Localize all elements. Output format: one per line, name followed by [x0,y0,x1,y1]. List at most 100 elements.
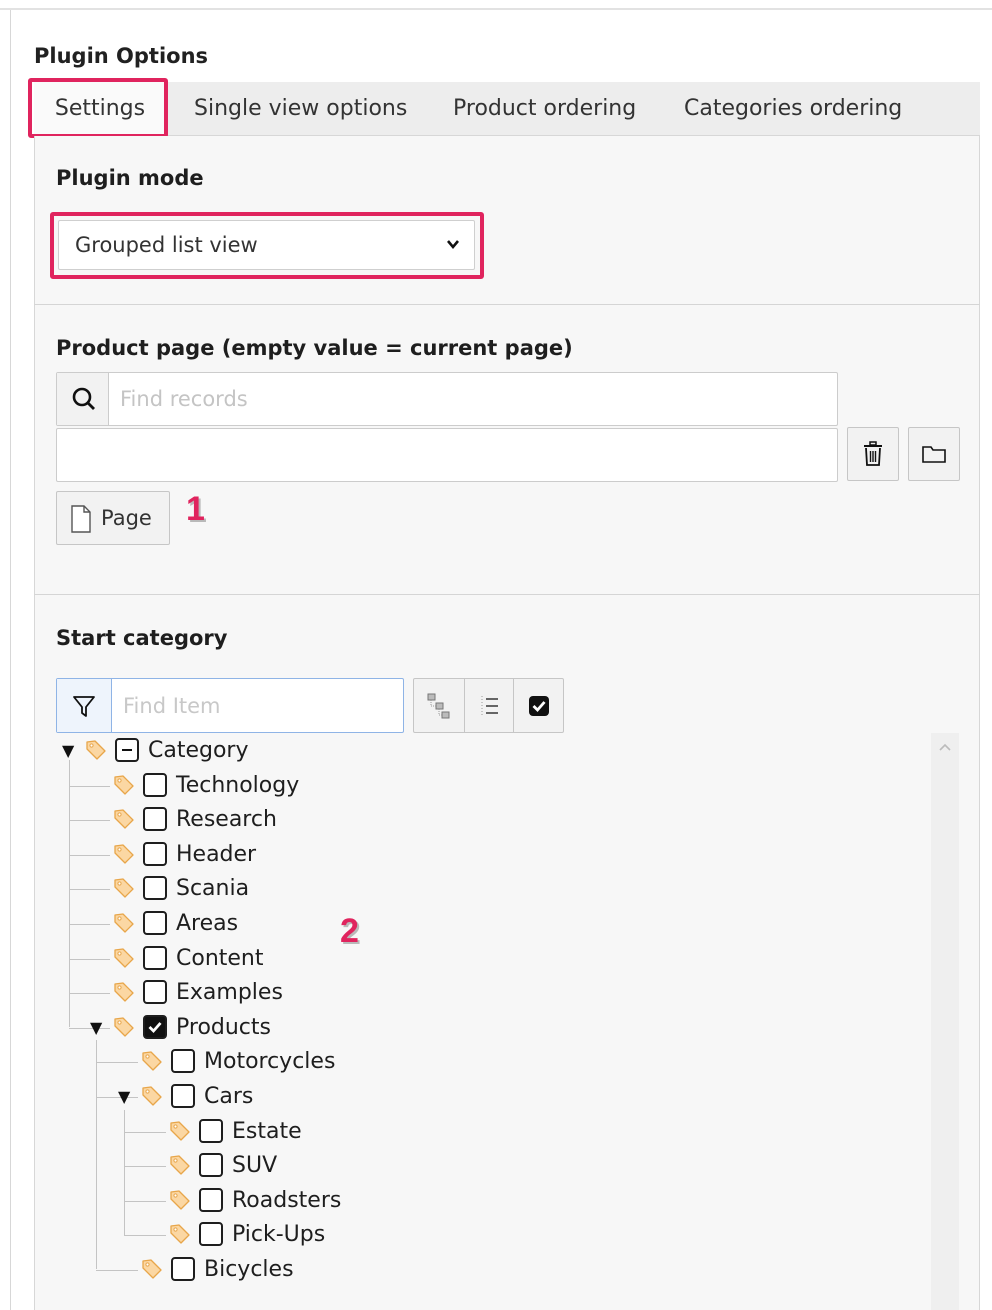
annotation-marker-2: 2 [340,912,359,950]
checkbox[interactable] [199,1119,223,1143]
tag-icon [112,980,136,1004]
tree-item-roadsters[interactable]: Roadsters [146,1184,341,1216]
tree-filter [56,678,404,733]
caret-down-icon[interactable]: ▼ [62,741,76,760]
product-page-label: Product page (empty value = current page… [56,336,573,360]
tree-item-bicycles[interactable]: Bicycles [118,1253,294,1285]
divider [34,594,980,595]
checkbox[interactable] [143,946,167,970]
checkbox[interactable] [143,773,167,797]
page-icon [71,505,91,533]
product-page-value[interactable] [56,428,838,482]
find-item-input[interactable] [112,679,402,732]
tab-single-view-options[interactable]: Single view options [194,82,407,136]
tag-icon [140,1049,164,1073]
annotation-marker-1: 1 [186,490,205,528]
expand-all-icon [427,693,450,718]
tag-icon [140,1084,164,1108]
checkbox-indeterminate[interactable] [115,738,139,762]
checkbox[interactable] [143,842,167,866]
list-icon [481,695,498,717]
show-checked-button[interactable] [514,679,564,732]
checkbox[interactable] [199,1222,223,1246]
tree-item-cars[interactable]: ▼ Cars [118,1080,253,1112]
expand-all-button[interactable] [414,679,464,732]
tab-product-ordering[interactable]: Product ordering [453,82,636,136]
tree-item-label: Research [176,806,277,832]
tree-item-motorcycles[interactable]: Motorcycles [118,1045,335,1077]
tab-categories-ordering[interactable]: Categories ordering [684,82,902,136]
caret-down-icon[interactable]: ▼ [118,1087,132,1106]
tree-scrollbar[interactable] [931,733,959,1310]
tree-item-label: Scania [176,875,250,901]
tree-item-label: Motorcycles [204,1048,336,1074]
find-records-input[interactable] [109,373,837,425]
tree-item-estate[interactable]: Estate [146,1115,302,1147]
filter-icon[interactable] [57,679,112,732]
tag-icon [168,1153,192,1177]
page-button[interactable]: Page [56,491,170,545]
tree-item-areas[interactable]: Areas [90,907,238,939]
tag-icon [84,738,108,762]
tree-item-technology[interactable]: Technology [90,769,299,801]
tag-icon [112,1015,136,1039]
tree-item-label: Header [176,841,257,867]
tree-item-label: Content [176,945,264,971]
tag-icon [112,807,136,831]
tree-item-label: Cars [204,1083,254,1109]
tag-icon [112,773,136,797]
tree-item-label: SUV [232,1152,278,1178]
page-button-label: Page [101,506,152,530]
divider [34,304,980,305]
tree-item-research[interactable]: Research [90,803,277,835]
section-title: Plugin Options [34,44,209,68]
checkbox-checked[interactable] [143,1015,167,1039]
checkbox[interactable] [171,1084,195,1108]
browse-button[interactable] [908,427,960,481]
tree-item-content[interactable]: Content [90,942,264,974]
collapse-all-button[interactable] [464,679,514,732]
tree-item-label: Bicycles [204,1256,294,1282]
tree-item-label: Category [148,737,249,763]
plugin-mode-label: Plugin mode [56,166,204,190]
checkbox[interactable] [199,1188,223,1212]
tree-item-label: Examples [176,979,283,1005]
checkbox[interactable] [199,1153,223,1177]
tree-item-label: Roadsters [232,1187,342,1213]
checkbox[interactable] [171,1049,195,1073]
tree-item-category[interactable]: ▼ Category [62,734,249,766]
tag-icon [112,842,136,866]
start-category-label: Start category [56,626,228,650]
tree-item-label: Products [176,1014,271,1040]
highlight-settings-tab [28,78,168,138]
tag-icon [168,1222,192,1246]
tree-item-label: Estate [232,1118,302,1144]
tag-icon [112,946,136,970]
checkbox[interactable] [171,1257,195,1281]
tree-item-products[interactable]: ▼ Products [90,1011,271,1043]
highlight-plugin-mode [50,212,484,279]
tree-item-pick-ups[interactable]: Pick-Ups [146,1218,325,1250]
checkbox[interactable] [143,876,167,900]
checkbox[interactable] [143,980,167,1004]
scroll-up-icon[interactable] [938,741,952,753]
tree-item-label: Areas [176,910,239,936]
record-search [56,372,838,426]
search-icon[interactable] [57,373,109,425]
tab-bar: Settings Single view options Product ord… [34,82,980,137]
delete-button[interactable] [847,427,899,481]
tree-item-scania[interactable]: Scania [90,872,249,904]
checkbox[interactable] [143,911,167,935]
tree-item-examples[interactable]: Examples [90,976,283,1008]
tree-item-label: Pick-Ups [232,1221,326,1247]
tag-icon [168,1119,192,1143]
top-border [0,0,992,10]
tree-item-suv[interactable]: SUV [146,1149,277,1181]
tree-toolbar [413,678,564,733]
tree-item-header[interactable]: Header [90,838,256,870]
caret-down-icon[interactable]: ▼ [90,1018,104,1037]
checkbox[interactable] [143,807,167,831]
tag-icon [112,876,136,900]
tree-item-label: Technology [176,772,300,798]
tag-icon [112,911,136,935]
